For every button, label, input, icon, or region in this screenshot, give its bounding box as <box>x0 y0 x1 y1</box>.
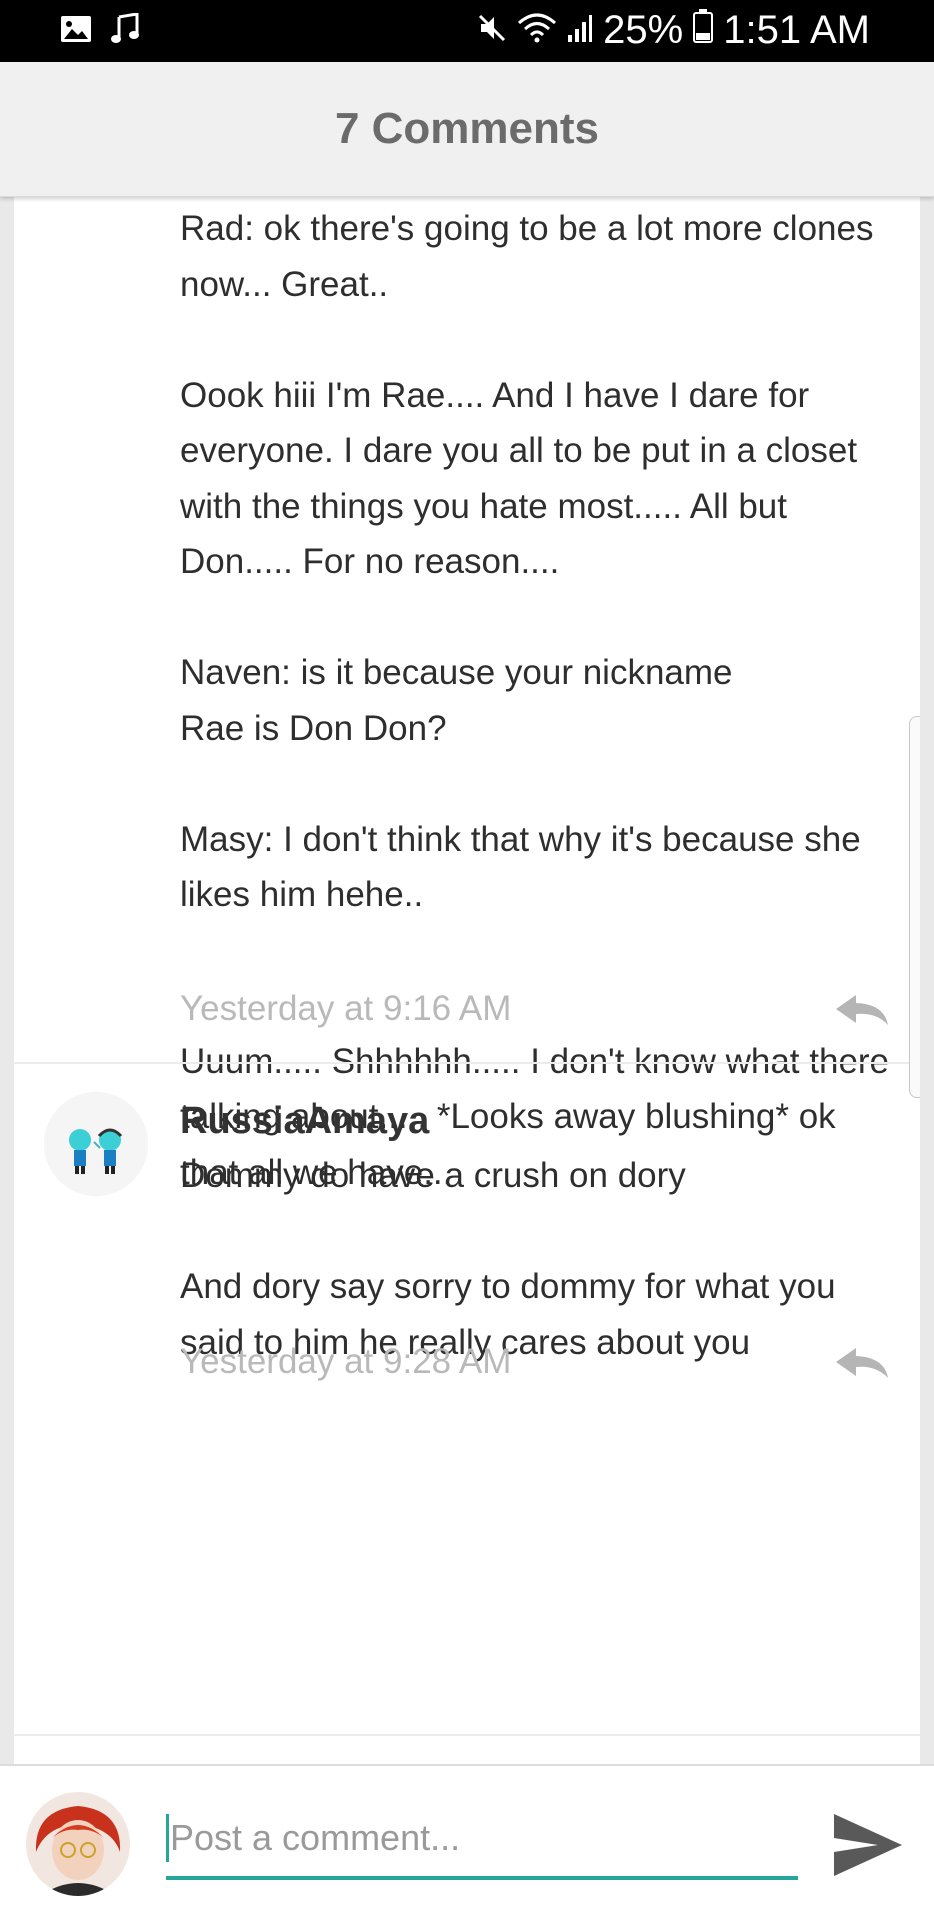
clock: 1:51 AM <box>723 8 870 52</box>
battery-percent: 25% <box>603 8 684 52</box>
comment-timestamp: Yesterday at 9:16 AM <box>180 989 512 1028</box>
scrollbar-thumb[interactable] <box>909 716 920 1098</box>
comment-timestamp: Yesterday at 9:28 AM <box>180 1342 512 1381</box>
avatar[interactable] <box>44 1092 148 1196</box>
battery-icon <box>693 8 714 53</box>
send-icon[interactable] <box>830 1810 904 1880</box>
comment-divider <box>14 1062 920 1064</box>
wifi-icon <box>517 8 557 53</box>
comments-header: 7 Comments <box>0 62 934 197</box>
comment-body: Dommy do have a crush on dory And dory s… <box>180 1148 900 1370</box>
status-bar: 25% 1:51 AM <box>0 0 934 62</box>
comment-paragraph: Oook hiii I'm Rae.... And I have I dare … <box>180 375 858 582</box>
comment-paragraph: Naven: is it because your nickname Rae i… <box>180 653 733 748</box>
comment-paragraph: Masy: I don't think that why it's becaus… <box>180 819 861 915</box>
image-icon <box>60 14 92 49</box>
comment-input[interactable] <box>166 1806 798 1880</box>
signal-icon <box>567 8 593 53</box>
comment-paragraph: Rad: ok there's going to be a lot more c… <box>180 209 874 304</box>
avatar[interactable] <box>26 1792 130 1896</box>
comment-composer <box>0 1764 934 1922</box>
reply-icon[interactable] <box>834 1346 890 1382</box>
text-caret <box>166 1814 169 1862</box>
music-note-icon <box>110 12 140 50</box>
reply-icon[interactable] <box>834 993 890 1029</box>
comment-body: Rad: ok there's going to be a lot more c… <box>180 201 900 1200</box>
page-title: 7 Comments <box>334 104 600 153</box>
comment-divider <box>14 1734 920 1736</box>
comment-username[interactable]: RussiaAmaya <box>180 1100 429 1143</box>
comments-list[interactable]: Rad: ok there's going to be a lot more c… <box>14 196 920 1764</box>
mute-icon <box>477 8 507 53</box>
comment-paragraph: Dommy do have a crush on dory <box>180 1156 686 1195</box>
